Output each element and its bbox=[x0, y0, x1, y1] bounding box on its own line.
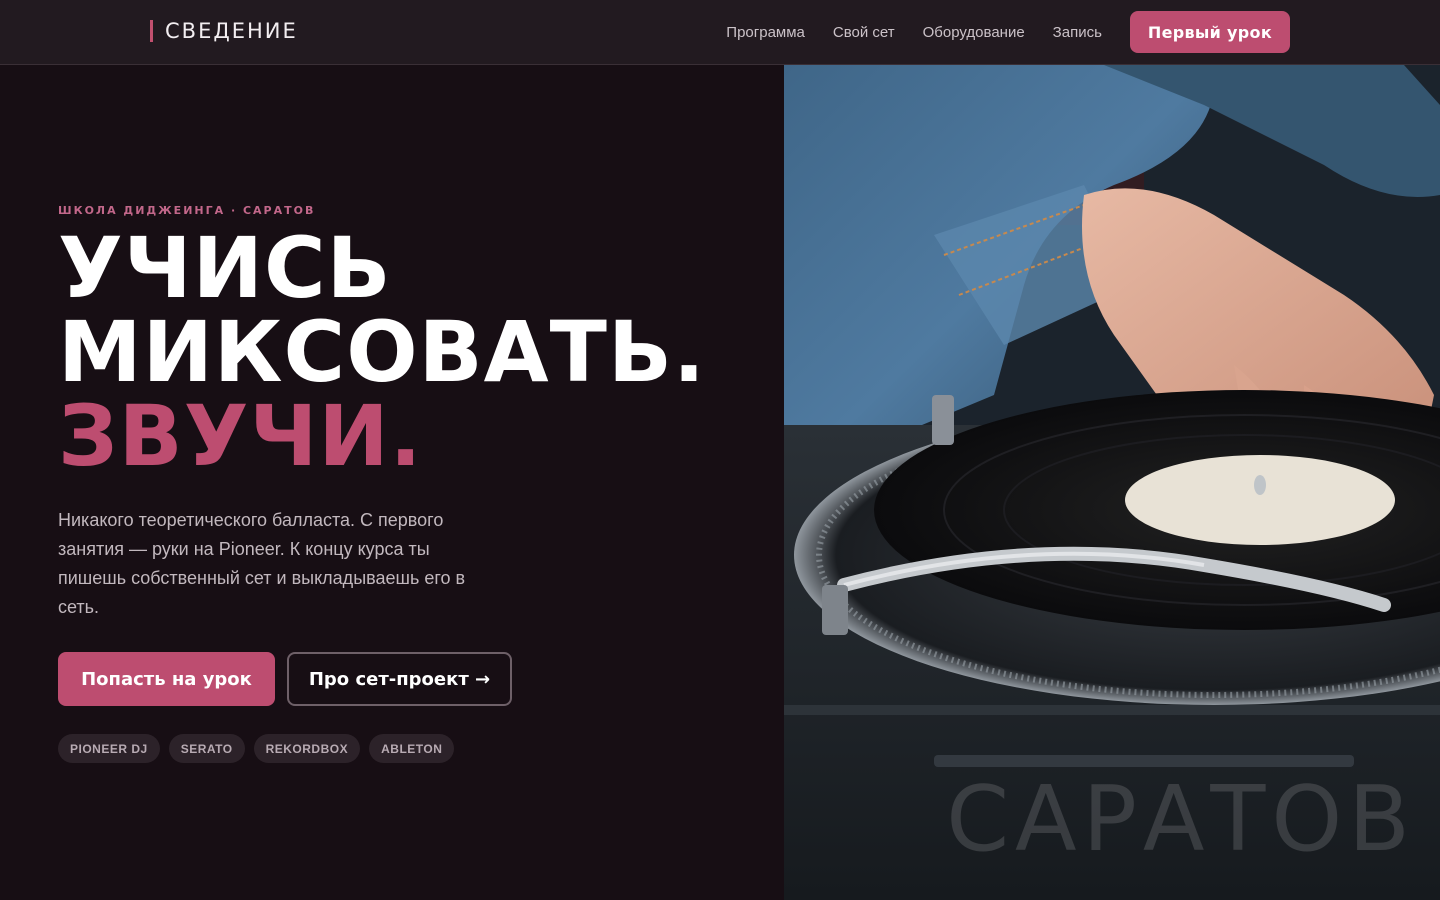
headline-line-2: МИКСОВАТЬ. bbox=[58, 303, 706, 401]
tag-pioneer-dj: PIONEER DJ bbox=[58, 734, 160, 763]
brand-accent-bar bbox=[150, 20, 153, 42]
set-project-button[interactable]: Про сет-проект → bbox=[287, 652, 512, 706]
brand-logo[interactable]: СВЕДЕНИЕ bbox=[150, 18, 298, 44]
tag-serato: SERATO bbox=[168, 734, 245, 763]
hero-lead: Никакого теоретического балласта. С перв… bbox=[58, 510, 466, 617]
main-nav: Программа Свой сет Оборудование Запись П… bbox=[726, 11, 1290, 53]
site-header: СВЕДЕНИЕ Программа Свой сет Оборудование… bbox=[0, 0, 1440, 65]
join-lesson-button[interactable]: Попасть на урок bbox=[58, 652, 275, 706]
software-tags: PIONEER DJ SERATO REKORDBOX ABLETON bbox=[58, 734, 463, 763]
nav-equipment[interactable]: Оборудование bbox=[923, 24, 1025, 41]
hero-headline: УЧИСЬ МИКСОВАТЬ. ЗВУЧИ. bbox=[58, 226, 706, 478]
hero-eyebrow: ШКОЛА ДИДЖЕИНГА · САРАТОВ bbox=[58, 204, 316, 217]
first-lesson-button[interactable]: Первый урок bbox=[1129, 11, 1290, 53]
tag-rekordbox: REKORDBOX bbox=[253, 734, 361, 763]
headline-line-3: ЗВУЧИ. bbox=[58, 394, 706, 478]
headline-line-1: УЧИСЬ bbox=[58, 219, 392, 317]
city-overlay: САРАТОВ bbox=[946, 767, 1416, 872]
tag-ableton: ABLETON bbox=[369, 734, 455, 763]
brand-name: СВЕДЕНИЕ bbox=[165, 19, 298, 43]
turntable-photo: САРАТОВ bbox=[784, 65, 1440, 900]
nav-program[interactable]: Программа bbox=[726, 24, 805, 41]
headline-accent: ЗВУЧИ bbox=[58, 387, 390, 485]
nav-signup[interactable]: Запись bbox=[1053, 24, 1102, 41]
nav-own-set[interactable]: Свой сет bbox=[833, 24, 895, 41]
headline-accent-dot: . bbox=[389, 387, 423, 485]
